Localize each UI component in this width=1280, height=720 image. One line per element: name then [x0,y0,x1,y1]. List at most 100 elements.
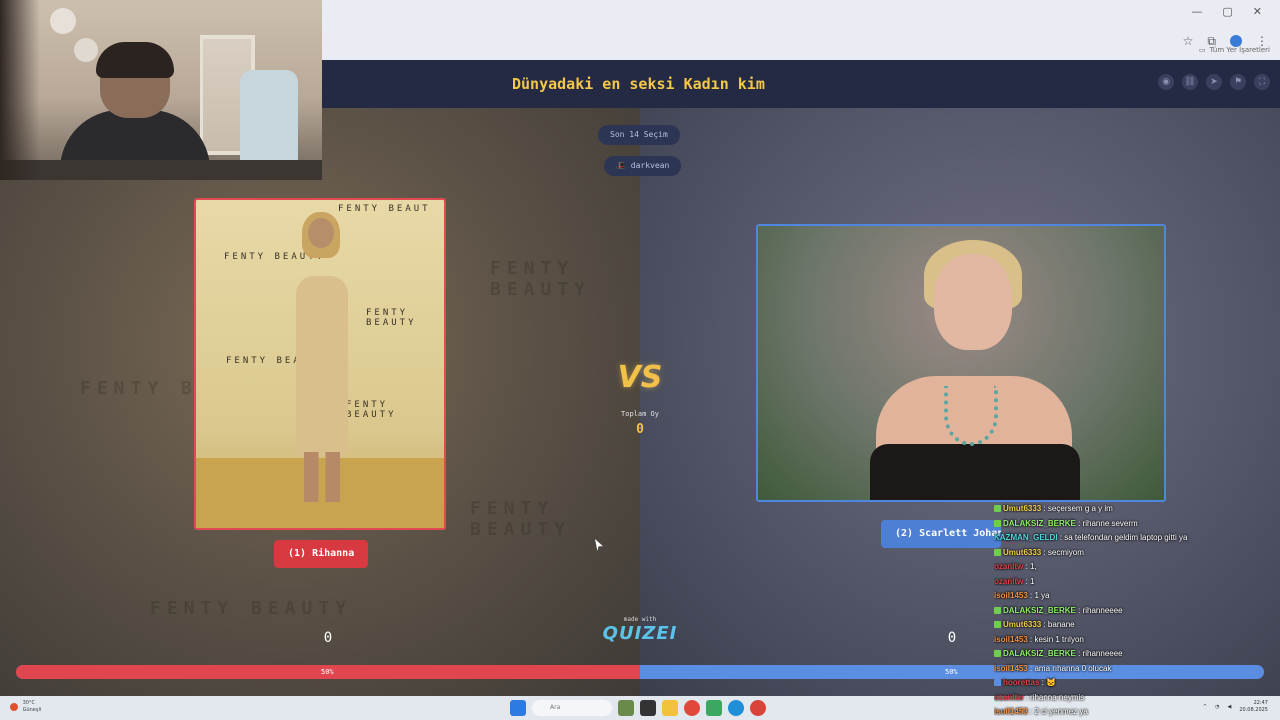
chat-message: isoil1453 : 2 ci yenmez ya [994,705,1280,720]
star-icon[interactable]: ☆ [1183,34,1194,48]
shadow [0,0,40,180]
page-title: Dünyadaki en seksi Kadın kim [512,75,765,93]
app-icon[interactable] [618,700,634,716]
chat-text: : 1 [1023,576,1035,586]
fullscreen-icon[interactable]: ⛶ [1254,74,1270,90]
chat-badge-icon [994,650,1001,657]
chat-badge-icon [994,606,1001,614]
chat-username[interactable]: isoil1453 [994,591,1028,600]
flag-icon[interactable]: ⚑ [1230,74,1246,90]
chat-username[interactable]: Umut6333 [1003,548,1041,557]
option-2-image[interactable] [756,224,1166,502]
chat-text: : 2 ci yenmez ya [1027,707,1088,716]
streamer-hair [96,42,174,78]
close-button[interactable]: ✕ [1253,5,1262,18]
chat-text: : rihanneeee [1075,605,1123,615]
chat-message: Umut6333 : banane [994,618,1280,633]
user-tag: 🎩 darkvean [604,156,682,176]
chat-username[interactable]: DALAKSIZ_BERKE [1003,519,1076,528]
chat-username[interactable]: Umut6333 [1003,504,1041,513]
chat-username[interactable]: Umut6333 [1003,620,1041,629]
backdrop-text: FENTY BEAUTY [470,498,572,540]
vs-icon: VS [617,360,663,395]
chat-username[interactable]: isoil1453 [994,707,1028,716]
folder-icon[interactable] [662,700,678,716]
made-with-logo[interactable]: made with QUIZEI [600,616,680,644]
link-icon[interactable]: ⛓ [1182,74,1198,90]
chat-username[interactable]: ozanltw [994,577,1023,586]
made-with-label: made with [623,616,657,623]
maximize-button[interactable]: ▢ [1222,5,1232,18]
all-bookmarks-link[interactable]: ▭ Tüm Yer İşaretleri [1199,46,1270,54]
chat-username[interactable]: hoorettas [1003,678,1039,687]
option-2-button[interactable]: (2) Scarlett Johansson [881,520,1001,548]
chat-text: : 1, [1023,562,1037,571]
fenty-text: FENTY BEAUTY [366,308,417,328]
app-icon[interactable] [640,700,656,716]
app-icon[interactable] [706,700,722,716]
gaming-chair [240,70,298,170]
chat-message: KAZMAN_GELDI : sa telefondan geldim lapt… [994,531,1280,546]
chat-text: : rihanna neymis [1023,692,1085,702]
portrait-face [934,254,1012,350]
chat-username[interactable]: ozanltw [994,562,1023,571]
chat-text: : seçersem g a y im [1041,504,1113,513]
browser-toolbar: ☆ ⧉ ⋮ [322,22,1280,60]
last-picks-badge[interactable]: Son 14 Seçim [598,125,680,145]
send-icon[interactable]: ➤ [1206,74,1222,90]
chat-badge-icon [994,621,1001,628]
chat-username[interactable]: DALAKSIZ_BERKE [1003,606,1076,615]
chat-username[interactable]: ozanltw [994,693,1023,702]
webcam-overlay [0,0,322,180]
header-actions: ◉ ⛓ ➤ ⚑ ⛶ [1158,74,1270,90]
chat-badge-icon [994,548,1001,556]
sun-icon [10,703,18,711]
weather-temp: 30°C [22,700,35,706]
windows-start-icon[interactable] [510,700,526,716]
chat-message: DALAKSIZ_BERKE : rihanne severm [994,517,1280,532]
eye-icon[interactable]: ◉ [1158,74,1174,90]
brand-logo: QUIZEI [602,623,678,644]
option-2-percent: 50% [945,668,958,676]
chat-username[interactable]: DALAKSIZ_BERKE [1003,649,1076,658]
chat-text: : rihanneeee [1075,649,1123,658]
browser-chrome: — ▢ ✕ ☆ ⧉ ⋮ ▭ Tüm Yer İşaretleri [322,0,1280,60]
chat-text: : 🐱 [1039,678,1057,687]
chrome-icon[interactable] [684,700,700,716]
app-icon[interactable] [750,700,766,716]
backdrop-text: FENTY BEAUTY [150,598,353,619]
figure-legs [304,452,340,502]
option-1-button[interactable]: (1) Rihanna [274,540,369,568]
option-1-percent: 50% [321,668,334,676]
chat-message: hoorettas : 🐱 [994,676,1280,691]
chat-badge-icon [994,505,1001,512]
chat-username[interactable]: isoil1453 [994,664,1028,673]
stream-chat: Umut6333 : seçersem g a y im DALAKSIZ_BER… [994,502,1280,720]
chat-message: DALAKSIZ_BERKE : rihanneeee [994,647,1280,662]
chat-message: isoil1453 : 1 ya [994,589,1280,604]
minimize-button[interactable]: — [1191,5,1202,18]
chat-message: ozanltw : rihanna neymis [994,691,1280,706]
total-votes-value: 0 [636,422,644,437]
chat-message: Umut6333 : seçersem g a y im [994,502,1280,517]
window-controls: — ▢ ✕ [322,0,1280,22]
edge-icon[interactable] [728,700,744,716]
weather-widget[interactable]: 30°C Güneşli [10,700,41,714]
option-1-score: 0 [323,630,333,646]
chat-text: : sa telefondan geldim laptop gitti ya [1057,533,1188,542]
option-1-image[interactable]: FENTY BEAUT FENTY BEAUTY FENTY BEAUTY FE… [194,198,446,530]
weather-desc: Güneşli [22,707,42,713]
chat-text: : 1 ya [1027,591,1050,600]
wall-plate [74,38,98,62]
chat-message: isoil1453 : kesin 1 trılyon [994,633,1280,648]
figure-head [308,218,334,248]
chat-message: ozanltw : 1, [994,560,1280,575]
search-box[interactable]: Ara [532,700,612,716]
chat-username[interactable]: isoil1453 [994,635,1028,644]
quiz-header: Dünyadaki en seksi Kadın kim ◉ ⛓ ➤ ⚑ ⛶ [322,60,1280,108]
portrait-dress [870,444,1080,500]
screen: — ▢ ✕ ☆ ⧉ ⋮ ▭ Tüm Yer İşaretleri Dünyada… [0,0,1280,720]
chat-text: : rihanne severm [1075,518,1138,528]
chat-username[interactable]: KAZMAN_GELDI [994,533,1058,542]
chat-text: : secmiyom [1041,547,1084,557]
